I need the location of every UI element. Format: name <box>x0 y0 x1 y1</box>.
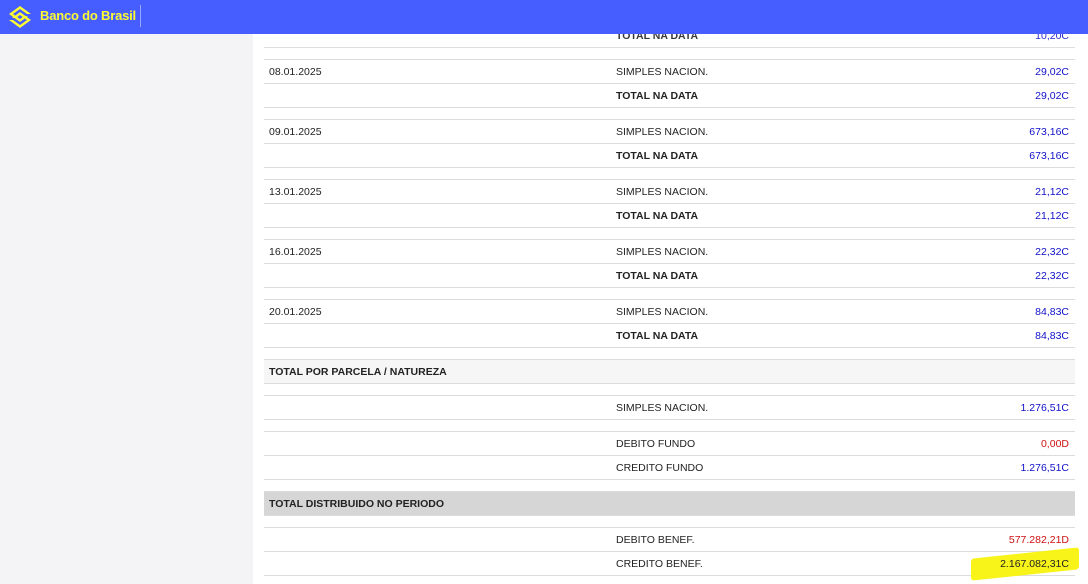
row-description: SIMPLES NACION. <box>616 66 709 78</box>
row-spacer <box>264 108 1075 120</box>
statement-row: TOTAL NA DATA 673,16C <box>264 144 1075 168</box>
row-date: 16.01.2025 <box>269 246 322 258</box>
row-value: 1.276,51C <box>1020 462 1069 474</box>
statement-row: TOTAL NA DATA 10,20C <box>264 34 1075 48</box>
row-value: 29,02C <box>1035 90 1069 102</box>
statement-row: TOTAL NA DATA 84,83C <box>264 324 1075 348</box>
row-value: 84,83C <box>1035 330 1069 342</box>
row-description: SIMPLES NACION. <box>616 126 709 138</box>
row-description: CREDITO FUNDO <box>616 462 704 474</box>
topbar-divider <box>140 5 141 27</box>
row-value: 0,00D <box>1040 438 1069 450</box>
row-value: 29,02C <box>1035 66 1069 78</box>
row-spacer <box>264 228 1075 240</box>
row-value: 2.167.082,31C <box>1000 558 1069 570</box>
statement-row: 13.01.2025 SIMPLES NACION. 21,12C <box>264 180 1075 204</box>
row-value: 22,32C <box>1035 246 1069 258</box>
row-date: 09.01.2025 <box>269 126 322 138</box>
row-value: 577.282,21D <box>1008 534 1069 546</box>
statement-row: TOTAL NA DATA 21,12C <box>264 204 1075 228</box>
row-value: 22,32C <box>1035 270 1069 282</box>
statement-row: TOTAL NA DATA 29,02C <box>264 84 1075 108</box>
row-spacer <box>264 480 1075 492</box>
section-header-row: TOTAL DISTRIBUIDO NO PERIODO <box>264 492 1075 516</box>
row-date: 20.01.2025 <box>269 306 322 318</box>
section-title: TOTAL DISTRIBUIDO NO PERIODO <box>269 498 445 510</box>
statement-row: CREDITO FUNDO 1.276,51C <box>264 456 1075 480</box>
row-value: 673,16C <box>1029 126 1069 138</box>
statement-row: DEBITO FUNDO 0,00D <box>264 432 1075 456</box>
row-spacer <box>264 516 1075 528</box>
row-value: 21,12C <box>1035 210 1069 222</box>
row-value: 10,20C <box>1035 34 1069 42</box>
top-bar: Banco do Brasil <box>0 0 1088 34</box>
statement-row: 20.01.2025 SIMPLES NACION. 84,83C <box>264 300 1075 324</box>
row-description: TOTAL NA DATA <box>616 34 699 42</box>
statement-content: TOTAL NA DATA 10,20C 08.01.2025 SIMPLES NAC… <box>253 34 1079 584</box>
section-title: TOTAL POR PARCELA / NATUREZA <box>269 366 447 378</box>
row-spacer <box>264 420 1075 432</box>
row-spacer <box>264 48 1075 60</box>
statement-row: CREDITO BENEF. 2.167.082,31C <box>264 547 1079 581</box>
row-spacer <box>264 348 1075 360</box>
row-value: 673,16C <box>1029 150 1069 162</box>
row-spacer <box>264 384 1075 396</box>
row-date: 08.01.2025 <box>269 66 322 78</box>
row-value: 1.276,51C <box>1020 402 1069 414</box>
scroll-gutter <box>1079 34 1088 584</box>
row-description: TOTAL NA DATA <box>616 270 699 282</box>
row-value: 84,83C <box>1035 306 1069 318</box>
row-description: CREDITO BENEF. <box>616 558 703 570</box>
row-description: DEBITO FUNDO <box>616 438 696 450</box>
brand-name[interactable]: Banco do Brasil <box>40 8 136 23</box>
row-value: 21,12C <box>1035 186 1069 198</box>
row-spacer <box>264 168 1075 180</box>
row-description: TOTAL NA DATA <box>616 90 699 102</box>
banco-do-brasil-logo-icon[interactable] <box>8 5 32 29</box>
statement-row: 16.01.2025 SIMPLES NACION. 22,32C <box>264 240 1075 264</box>
statement-row: SIMPLES NACION. 1.276,51C <box>264 396 1075 420</box>
row-description: SIMPLES NACION. <box>616 186 709 198</box>
row-date: 13.01.2025 <box>269 186 322 198</box>
row-description: DEBITO BENEF. <box>616 534 695 546</box>
sidebar <box>0 34 253 584</box>
statement-row: 09.01.2025 SIMPLES NACION. 673,16C <box>264 120 1075 144</box>
row-description: SIMPLES NACION. <box>616 306 709 318</box>
row-description: TOTAL NA DATA <box>616 330 699 342</box>
row-description: SIMPLES NACION. <box>616 402 709 414</box>
statement-row: DEBITO BENEF. 577.282,21D <box>264 528 1075 552</box>
section-header-row: TOTAL POR PARCELA / NATUREZA <box>264 360 1075 384</box>
row-spacer <box>264 288 1075 300</box>
statement-row: TOTAL NA DATA 22,32C <box>264 264 1075 288</box>
row-description: TOTAL NA DATA <box>616 150 699 162</box>
row-description: TOTAL NA DATA <box>616 210 699 222</box>
statement-table: TOTAL NA DATA 10,20C 08.01.2025 SIMPLES NAC… <box>264 34 1079 581</box>
statement-row: 08.01.2025 SIMPLES NACION. 29,02C <box>264 60 1075 84</box>
row-description: SIMPLES NACION. <box>616 246 709 258</box>
